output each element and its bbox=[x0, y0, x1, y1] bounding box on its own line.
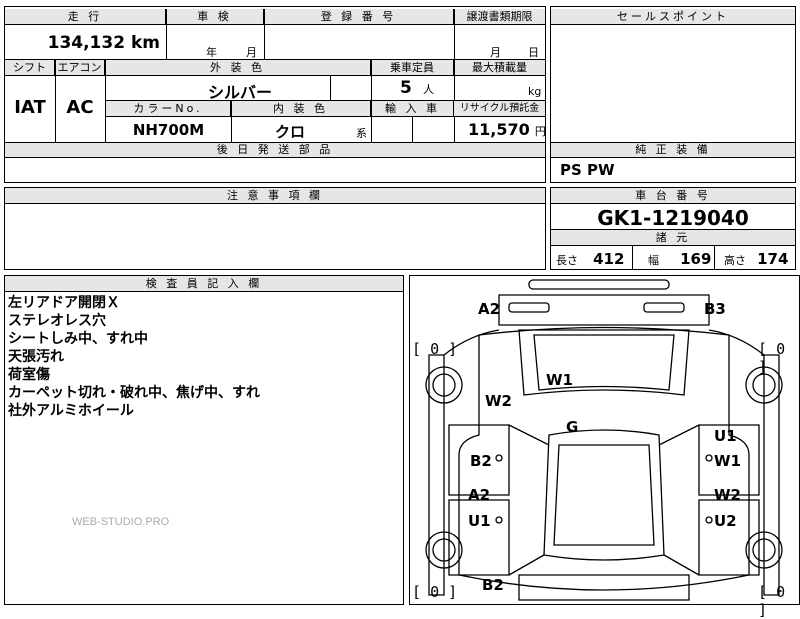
header-recycle-fee: リサイクル預託金 bbox=[454, 101, 545, 117]
header-capacity: 乗車定員 bbox=[371, 60, 454, 76]
header-shift: シフト bbox=[5, 60, 55, 76]
interior-color-value: クロ bbox=[274, 123, 305, 141]
tire-front-left: [ 0 ] bbox=[412, 340, 458, 358]
capacity-value: 5 人 bbox=[400, 78, 434, 98]
header-interior-color: 内 装 色 bbox=[231, 101, 371, 117]
tire-rear-right: [ 0 ] bbox=[758, 583, 786, 619]
damage-label: W2 bbox=[485, 392, 512, 410]
header-max-load: 最大積載量 bbox=[454, 60, 545, 76]
header-equipment: 純 正 装 備 bbox=[551, 143, 795, 158]
tire-rear-left-value: 0 bbox=[430, 583, 440, 601]
tire-front-left-value: 0 bbox=[430, 340, 440, 358]
tire-rear-left: [ 0 ] bbox=[412, 583, 458, 601]
tire-front-right-value: 0 bbox=[776, 340, 786, 358]
inspector-notes-list: 左リアドア開閉Ｘ ステレオレス穴 シートしみ中、すれ中 天張汚れ 荷室傷 カーペ… bbox=[8, 294, 260, 420]
damage-label: U2 bbox=[714, 512, 737, 530]
color-no-value: NH700M bbox=[132, 121, 205, 139]
front-bumper-shape bbox=[528, 279, 670, 290]
watermark: WEB-STUDIO.PRO bbox=[72, 516, 170, 528]
length-label: 長さ bbox=[556, 254, 578, 267]
damage-label: G bbox=[566, 418, 579, 436]
aircon-value: AC bbox=[66, 97, 94, 118]
damage-label: W1 bbox=[714, 452, 741, 470]
inspector-note: 左リアドア開閉Ｘ bbox=[8, 295, 120, 311]
capacity-unit: 人 bbox=[422, 83, 434, 96]
damage-label: B3 bbox=[704, 300, 726, 318]
header-later-parts: 後 日 発 送 部 品 bbox=[5, 143, 545, 158]
header-inspector-notes: 検 査 員 記 入 欄 bbox=[5, 276, 403, 292]
max-load-unit: kg bbox=[528, 85, 542, 98]
transfer-day-label: 日 bbox=[528, 46, 539, 59]
width-value: 169 bbox=[680, 250, 712, 268]
header-sales-point: セールスポイント bbox=[551, 9, 795, 25]
header-exterior-color: 外 装 色 bbox=[105, 60, 371, 76]
damage-label: B2 bbox=[470, 452, 492, 470]
capacity-number: 5 bbox=[400, 78, 412, 98]
windshield-shape bbox=[518, 329, 690, 396]
damage-label: U1 bbox=[468, 512, 491, 530]
header-aircon: エアコン bbox=[55, 60, 105, 76]
mileage-number: 134,132 bbox=[47, 33, 126, 53]
inspector-note: カーペット切れ・破れ中、焦げ中、すれ bbox=[8, 385, 260, 401]
tire-front-right: [ 0 ] bbox=[758, 340, 786, 376]
damage-label: A2 bbox=[468, 486, 491, 504]
length-cell: 長さ 412 bbox=[556, 249, 624, 268]
header-import: 輸 入 車 bbox=[372, 101, 454, 117]
equipment-value: PS PW bbox=[560, 161, 615, 179]
width-label: 幅 bbox=[648, 254, 659, 267]
shift-value: IAT bbox=[14, 97, 46, 118]
header-mileage: 走 行 bbox=[5, 9, 166, 25]
inspection-month-label: 月 bbox=[246, 46, 257, 59]
header-dims: 諸 元 bbox=[551, 230, 795, 246]
car-diagram bbox=[425, 279, 783, 601]
recycle-number: 11,570 bbox=[468, 120, 530, 139]
damage-label: U1 bbox=[714, 427, 737, 445]
width-cell: 幅 169 bbox=[648, 249, 711, 268]
inspection-year-label: 年 bbox=[206, 46, 217, 59]
inspector-note: 荷室傷 bbox=[8, 367, 50, 383]
inspector-note: シートしみ中、すれ中 bbox=[8, 331, 148, 347]
damage-label: W2 bbox=[714, 486, 741, 504]
inspector-note: 社外アルミホイール bbox=[8, 403, 134, 419]
recycle-unit: 円 bbox=[534, 125, 546, 138]
height-cell: 高さ 174 bbox=[724, 249, 788, 268]
damage-label: B2 bbox=[482, 576, 504, 594]
mileage-unit: km bbox=[130, 33, 160, 53]
damage-label: W1 bbox=[546, 371, 573, 389]
inspector-note: ステレオレス穴 bbox=[8, 313, 106, 329]
inspector-note: 天張汚れ bbox=[8, 349, 64, 365]
header-registration: 登 録 番 号 bbox=[264, 9, 454, 25]
tire-rear-right-value: 0 bbox=[776, 583, 786, 601]
damage-label: A2 bbox=[478, 300, 501, 318]
mileage-value: 134,132 km bbox=[40, 33, 160, 53]
header-inspection: 車 検 bbox=[166, 9, 264, 25]
hood-outline-shape bbox=[498, 294, 710, 326]
height-label: 高さ bbox=[724, 254, 746, 267]
transfer-month-label: 月 bbox=[490, 46, 501, 59]
header-color-no: カラーNo. bbox=[106, 101, 231, 117]
roof-shape bbox=[543, 429, 665, 561]
recycle-value: 11,570 円 bbox=[468, 120, 546, 139]
chassis-value: GK1-1219040 bbox=[597, 206, 749, 230]
height-value: 174 bbox=[757, 250, 789, 268]
header-notes: 注 意 事 項 欄 bbox=[5, 188, 545, 204]
length-value: 412 bbox=[593, 250, 625, 268]
header-chassis: 車 台 番 号 bbox=[551, 188, 795, 204]
header-transfer-deadline: 譲渡書類期限 bbox=[454, 9, 545, 25]
interior-color-suffix: 系 bbox=[356, 127, 367, 140]
